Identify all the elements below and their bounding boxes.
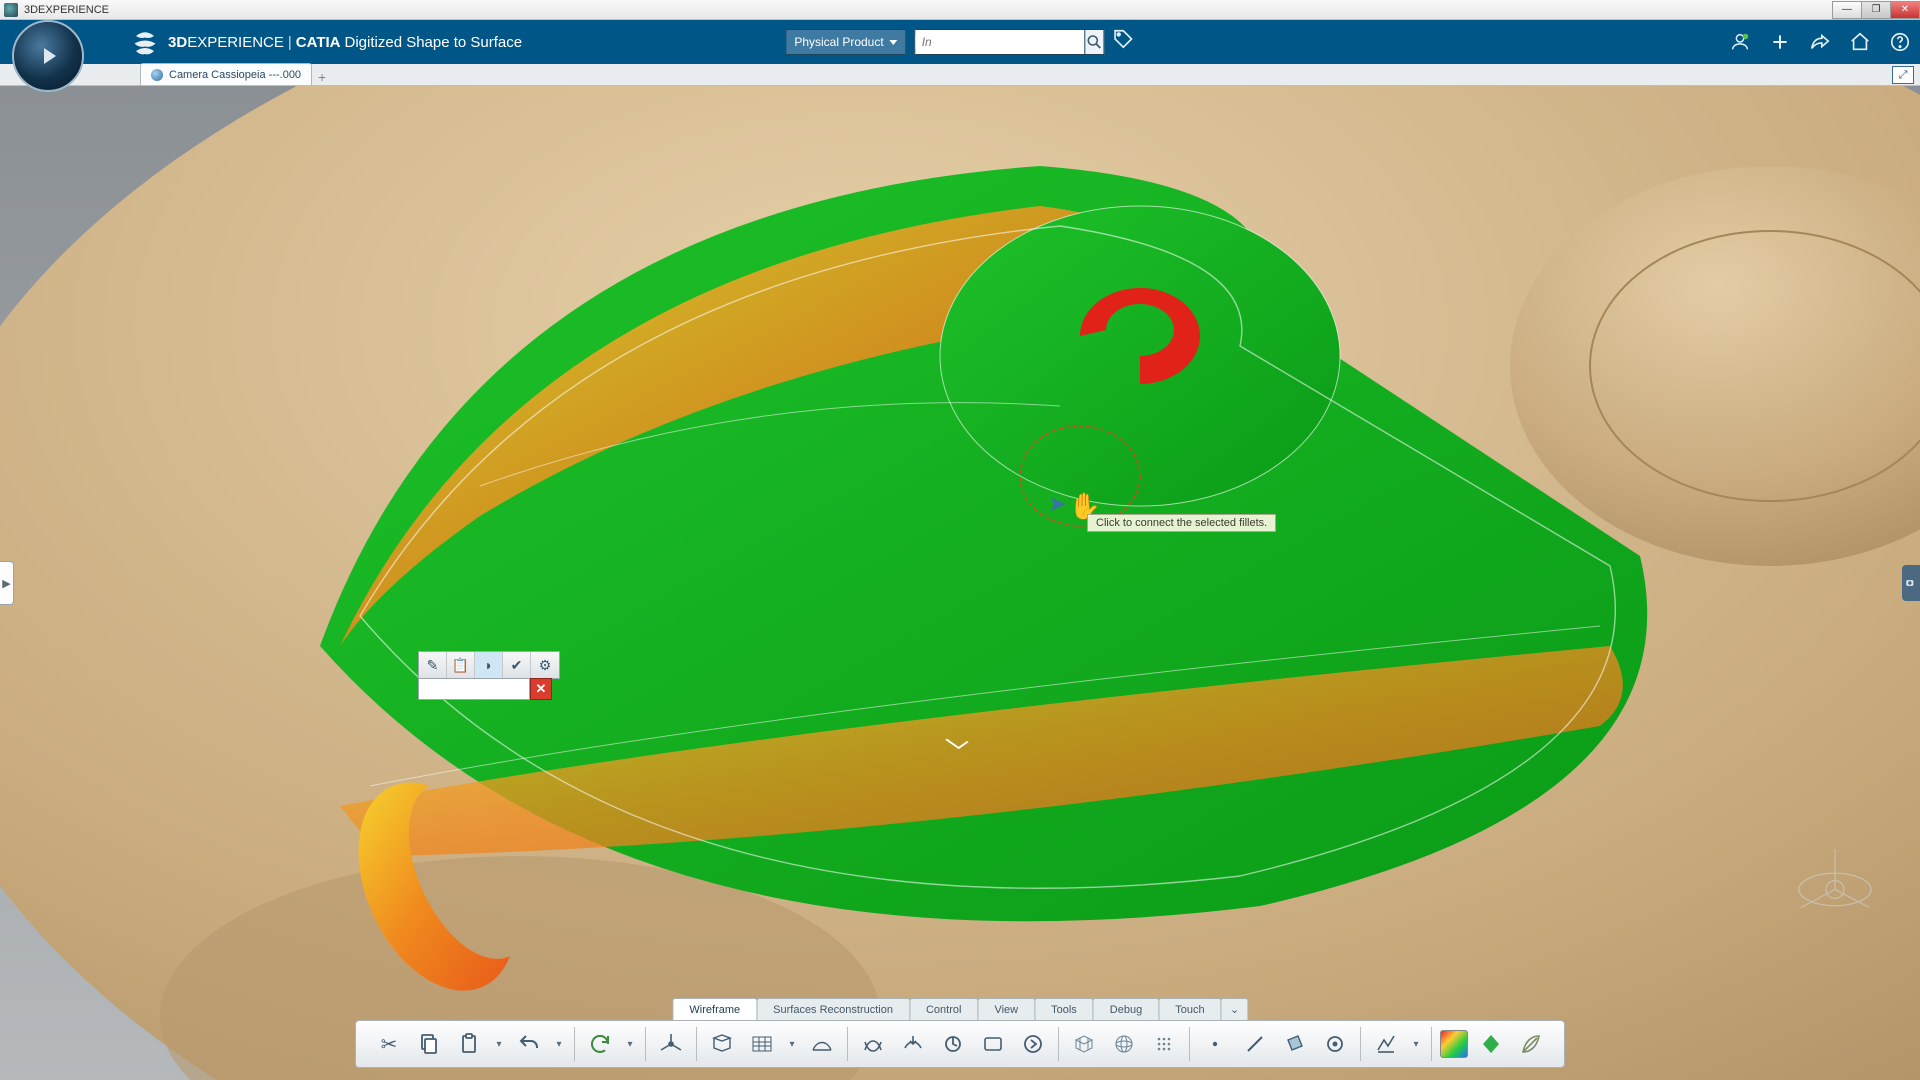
clipboard-icon[interactable]: 📋: [447, 652, 475, 678]
context-value-input[interactable]: [418, 678, 530, 700]
brush-icon[interactable]: ✎: [419, 652, 447, 678]
update-more-icon[interactable]: ▾: [623, 1027, 637, 1061]
tab-control[interactable]: Control: [909, 998, 978, 1020]
help-icon[interactable]: [1888, 30, 1912, 54]
context-mini-toolbar: ✎ 📋 ◗ ✔ ⚙: [418, 651, 560, 679]
new-tab-button[interactable]: +: [312, 69, 332, 85]
document-tab-label: Camera Cassiopeia ---.000: [169, 69, 301, 81]
circle-icon[interactable]: [1318, 1027, 1352, 1061]
search-input[interactable]: [916, 35, 1085, 49]
document-tab[interactable]: Camera Cassiopeia ---.000: [140, 63, 312, 85]
tooltip: Click to connect the selected fillets.: [1087, 514, 1276, 532]
action-bar: ✂ ▾ ▾ ▾ ▾: [355, 1020, 1565, 1068]
feather-icon[interactable]: [1514, 1027, 1548, 1061]
point-icon[interactable]: [1198, 1027, 1232, 1061]
diamond-green-icon[interactable]: [1474, 1027, 1508, 1061]
mesh-select-icon[interactable]: [705, 1027, 739, 1061]
grid-dots-icon[interactable]: [1147, 1027, 1181, 1061]
grid-sphere-icon[interactable]: [1107, 1027, 1141, 1061]
undo-more-icon[interactable]: ▾: [552, 1027, 566, 1061]
tab-tools[interactable]: Tools: [1034, 998, 1094, 1020]
deviation-more-icon[interactable]: ▾: [1409, 1027, 1423, 1061]
cut-icon[interactable]: ✂: [372, 1027, 406, 1061]
dropdown-label: Physical Product: [794, 35, 883, 49]
product-icon: [151, 69, 163, 81]
undo-icon[interactable]: [512, 1027, 546, 1061]
cylinder-icon[interactable]: ◗: [475, 652, 503, 678]
share-icon[interactable]: [1808, 30, 1832, 54]
mesh-grid-icon[interactable]: [745, 1027, 779, 1061]
tab-view[interactable]: View: [977, 998, 1035, 1020]
search-box[interactable]: [915, 29, 1105, 55]
copy-icon[interactable]: [412, 1027, 446, 1061]
model-render: [0, 86, 1920, 1080]
tree-expand-handle[interactable]: ▶: [0, 561, 14, 605]
curve-redo-icon[interactable]: [936, 1027, 970, 1061]
curve-network-icon[interactable]: [856, 1027, 890, 1061]
camera-panel-handle[interactable]: [1902, 565, 1920, 601]
window-restore-button[interactable]: ❐: [1861, 1, 1891, 19]
context-mini-input-row: ✕: [418, 678, 552, 700]
viewport-3d[interactable]: ▶ ✎ 📋 ◗ ✔ ⚙ ✕ ➤✋ Click to connect the se…: [0, 86, 1920, 1080]
chevron-down-icon: [890, 40, 898, 45]
home-icon[interactable]: [1848, 30, 1872, 54]
compass-button[interactable]: [12, 20, 84, 92]
line-icon[interactable]: [1238, 1027, 1272, 1061]
user-status-icon[interactable]: [1728, 30, 1752, 54]
mesh-area-icon[interactable]: [805, 1027, 839, 1061]
add-icon[interactable]: [1768, 30, 1792, 54]
update-icon[interactable]: [583, 1027, 617, 1061]
view-compass-icon[interactable]: [1790, 840, 1880, 930]
tab-surfaces-reconstruction[interactable]: Surfaces Reconstruction: [756, 998, 910, 1020]
more-arrow-icon[interactable]: [1016, 1027, 1050, 1061]
tab-touch[interactable]: Touch: [1158, 998, 1221, 1020]
tag-icon[interactable]: [1113, 28, 1135, 56]
mesh-more-icon[interactable]: ▾: [785, 1027, 799, 1061]
action-bar-tabs: Wireframe Surfaces Reconstruction Contro…: [672, 998, 1247, 1020]
grid-plane-icon[interactable]: [1067, 1027, 1101, 1061]
context-close-button[interactable]: ✕: [530, 678, 552, 700]
window-close-button[interactable]: ✕: [1890, 1, 1920, 19]
ds-logo-icon: [130, 27, 160, 57]
window-minimize-button[interactable]: —: [1832, 1, 1862, 19]
os-titlebar: 3DEXPERIENCE — ❐ ✕: [0, 0, 1920, 20]
curve-project-icon[interactable]: [896, 1027, 930, 1061]
paste-more-icon[interactable]: ▾: [492, 1027, 506, 1061]
brand-label: 3DEXPERIENCE | CATIA Digitized Shape to …: [168, 34, 522, 51]
mouse-cursor-icon: [951, 733, 965, 753]
search-button[interactable]: [1085, 30, 1104, 54]
context-filter-dropdown[interactable]: Physical Product: [785, 29, 906, 55]
tab-more-button[interactable]: ⌄: [1221, 998, 1249, 1020]
deviation-icon[interactable]: [1369, 1027, 1403, 1061]
expand-panel-button[interactable]: ⤢: [1892, 66, 1914, 84]
check-icon[interactable]: ✔: [503, 652, 531, 678]
app-header: 3DEXPERIENCE | CATIA Digitized Shape to …: [0, 20, 1920, 64]
paste-icon[interactable]: [452, 1027, 486, 1061]
play-icon: [44, 48, 56, 64]
plane-icon[interactable]: [1278, 1027, 1312, 1061]
tab-wireframe[interactable]: Wireframe: [672, 998, 757, 1020]
gear-icon[interactable]: ⚙: [531, 652, 559, 678]
axis-system-icon[interactable]: [654, 1027, 688, 1061]
document-tabs: Camera Cassiopeia ---.000 + ⤢: [0, 64, 1920, 86]
rainbow-icon[interactable]: [1440, 1030, 1468, 1058]
tab-debug[interactable]: Debug: [1093, 998, 1159, 1020]
boundary-icon[interactable]: [976, 1027, 1010, 1061]
